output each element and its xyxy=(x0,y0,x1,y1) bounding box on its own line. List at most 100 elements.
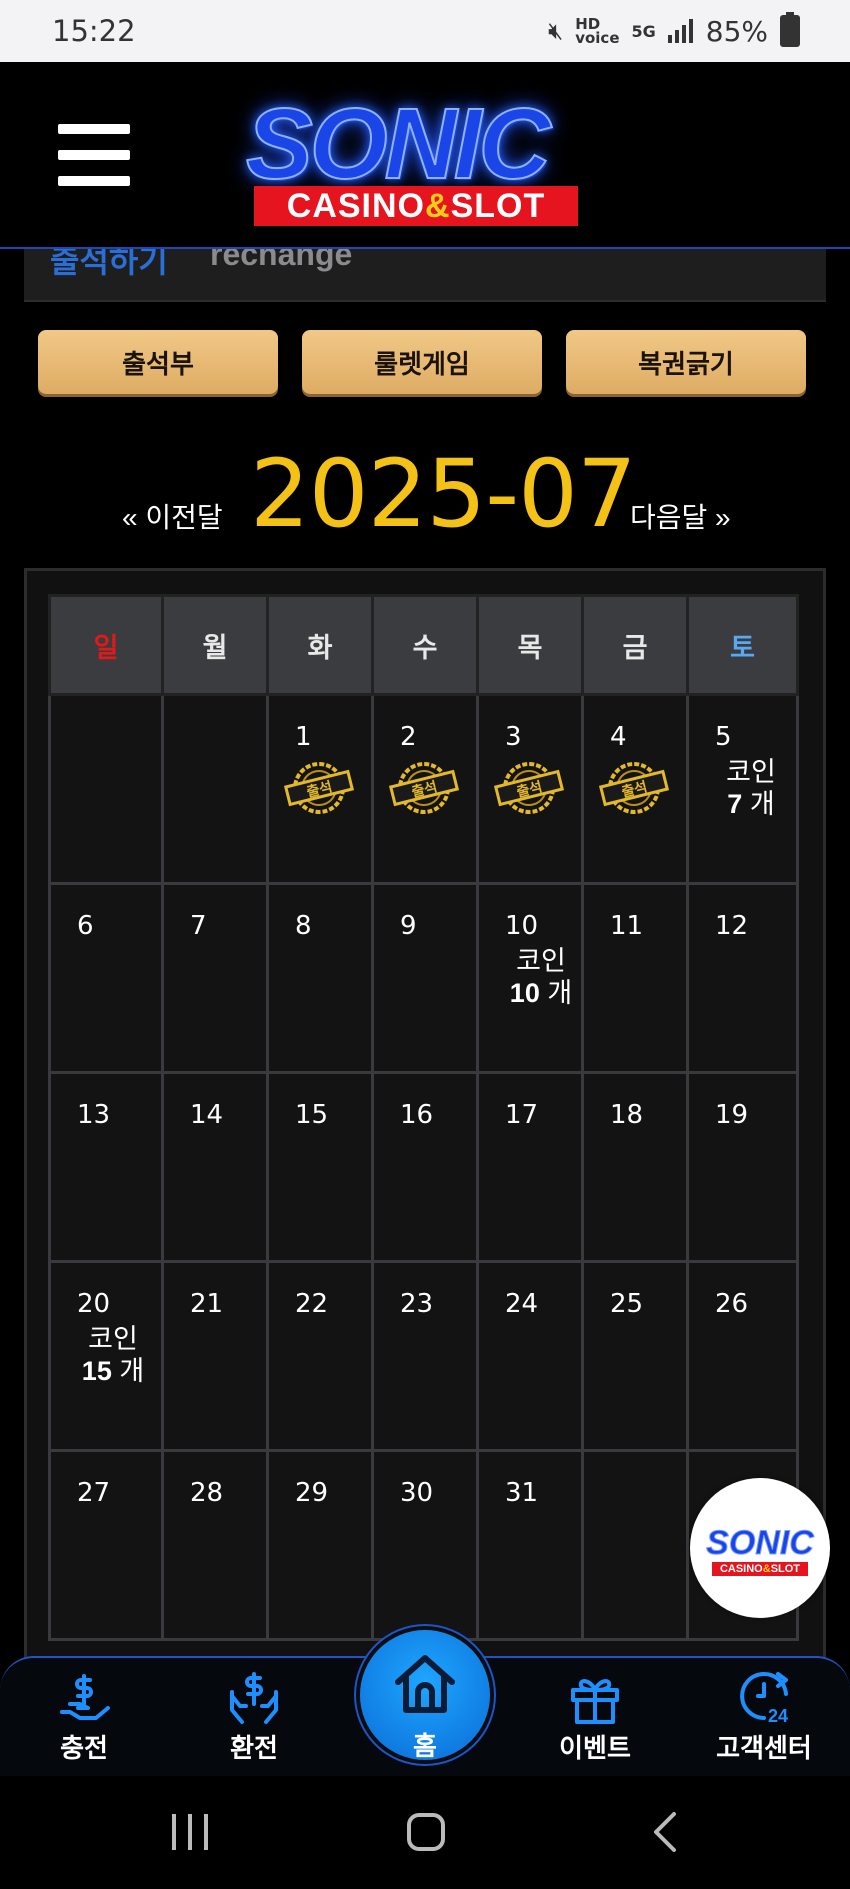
nav-event[interactable]: 이벤트 xyxy=(535,1658,655,1776)
calendar-week-row: 6 7 8 9 10 코인 10 개 11 12 xyxy=(48,882,799,1074)
coin-unit: 개 xyxy=(547,978,573,1008)
day-number: 10 xyxy=(505,911,539,941)
day-number: 22 xyxy=(295,1289,329,1319)
site-logo[interactable]: SONIC CASINO&SLOT xyxy=(216,88,616,244)
nav-charge[interactable]: 충전 xyxy=(24,1658,144,1776)
nav-exchange-label: 환전 xyxy=(230,1733,278,1763)
calendar-day-cell: 15 xyxy=(266,1071,374,1263)
day-number: 27 xyxy=(77,1478,111,1508)
calendar-day-cell: 31 xyxy=(476,1449,584,1641)
next-month-link[interactable]: 다음달 » xyxy=(630,496,731,536)
day-number: 31 xyxy=(505,1478,539,1508)
calendar-day-cell: 5 코인 7 개 xyxy=(686,693,799,885)
nav-charge-label: 충전 xyxy=(60,1733,108,1763)
calendar-week-row: 27 28 29 30 31 xyxy=(48,1449,799,1641)
coin-amount: 10 xyxy=(509,978,540,1008)
mute-icon: 🔇︎ xyxy=(548,17,564,45)
calendar-day-cell: 26 xyxy=(686,1260,799,1452)
calendar-day-cell: 22 xyxy=(266,1260,374,1452)
day-number: 30 xyxy=(400,1478,434,1508)
day-number: 24 xyxy=(505,1289,539,1319)
calendar-day-cell: 17 xyxy=(476,1071,584,1263)
support-24-icon: 24 xyxy=(740,1672,788,1726)
calendar-day-cell: 1 출석 xyxy=(266,693,374,885)
coin-unit: 개 xyxy=(749,789,775,819)
svg-text:24: 24 xyxy=(768,1706,788,1726)
day-number: 15 xyxy=(295,1100,329,1130)
current-month: 2025-07 xyxy=(250,440,637,549)
system-nav-bar xyxy=(0,1774,850,1889)
calendar-day-cell: 16 xyxy=(371,1071,479,1263)
coin-unit: 개 xyxy=(119,1356,145,1386)
calendar-day-cell: 4 출석 xyxy=(581,693,689,885)
calendar-day-cell: 18 xyxy=(581,1071,689,1263)
calendar-day-cell: 21 xyxy=(161,1260,269,1452)
calendar-day-cell: 23 xyxy=(371,1260,479,1452)
battery-icon xyxy=(780,12,800,47)
battery-percent: 85% xyxy=(705,14,768,48)
signal-icon xyxy=(667,19,693,43)
coin-reward: 코인 7 개 xyxy=(711,756,791,820)
day-number: 4 xyxy=(610,722,627,752)
calendar-day-cell: 10 코인 10 개 xyxy=(476,882,584,1074)
calendar-empty-cell xyxy=(48,693,164,885)
attendance-stamp-icon: 출석 xyxy=(493,762,565,814)
calendar-day-cell: 29 xyxy=(266,1449,374,1641)
nav-home[interactable]: 홈 xyxy=(360,1630,490,1761)
weekday-header: 토 xyxy=(686,594,799,696)
nav-event-label: 이벤트 xyxy=(559,1733,631,1763)
day-number: 3 xyxy=(505,722,522,752)
prev-month-link[interactable]: « 이전달 xyxy=(122,496,223,536)
home-system-icon[interactable] xyxy=(406,1810,446,1854)
day-number: 8 xyxy=(295,911,312,941)
weekday-header: 수 xyxy=(371,594,479,696)
calendar-day-cell: 9 xyxy=(371,882,479,1074)
calendar-empty-cell xyxy=(161,693,269,885)
coin-reward: 코인 15 개 xyxy=(73,1323,153,1387)
day-number: 17 xyxy=(505,1100,539,1130)
coin-reward: 코인 10 개 xyxy=(501,945,581,1009)
home-icon xyxy=(395,1655,455,1713)
floating-logo-button[interactable]: SONIC CASINO&SLOT xyxy=(690,1478,830,1618)
attendance-stamp-icon: 출석 xyxy=(283,762,355,814)
nav-exchange[interactable]: 환전 xyxy=(194,1658,314,1776)
status-icons: 🔇︎ HD voice 5G 85% xyxy=(548,12,800,48)
logo-casino-slot: CASINO&SLOT xyxy=(254,186,578,226)
day-number: 5 xyxy=(715,722,732,752)
exchange-icon xyxy=(230,1672,278,1724)
status-time: 15:22 xyxy=(52,14,136,48)
calendar-day-cell: 24 xyxy=(476,1260,584,1452)
recent-apps-icon[interactable] xyxy=(170,1810,210,1854)
nav-support[interactable]: 24 고객센터 xyxy=(704,1658,824,1776)
tab-attendance[interactable]: 출석부 xyxy=(38,330,278,394)
calendar-day-cell: 14 xyxy=(161,1071,269,1263)
tab-roulette[interactable]: 룰렛게임 xyxy=(302,330,542,394)
day-number: 11 xyxy=(610,911,644,941)
calendar-day-cell: 27 xyxy=(48,1449,164,1641)
day-number: 13 xyxy=(77,1100,111,1130)
calendar-week-row: 1 출석 2 출석 3 출석 4 출석 5 코인 7 개 xyxy=(48,693,799,885)
coin-amount: 15 xyxy=(81,1356,112,1386)
tab-lottery[interactable]: 복권긁기 xyxy=(566,330,806,394)
calendar-day-cell: 2 출석 xyxy=(371,693,479,885)
calendar-week-row: 20 코인 15 개 21 22 23 24 25 26 xyxy=(48,1260,799,1452)
coin-label: 코인 xyxy=(516,946,566,976)
weekday-header: 목 xyxy=(476,594,584,696)
day-number: 25 xyxy=(610,1289,644,1319)
calendar-day-cell: 6 xyxy=(48,882,164,1074)
calendar-day-cell: 25 xyxy=(581,1260,689,1452)
calendar-day-cell: 13 xyxy=(48,1071,164,1263)
coin-amount: 7 xyxy=(727,789,743,819)
nav-home-label: 홈 xyxy=(413,1731,437,1761)
day-number: 12 xyxy=(715,911,749,941)
gift-icon xyxy=(571,1679,619,1724)
weekday-header: 화 xyxy=(266,594,374,696)
calendar-day-cell: 28 xyxy=(161,1449,269,1641)
back-icon[interactable] xyxy=(650,1810,680,1854)
menu-icon[interactable] xyxy=(58,124,130,186)
calendar-day-cell: 7 xyxy=(161,882,269,1074)
day-number: 23 xyxy=(400,1289,434,1319)
logo-sonic-text: SONIC xyxy=(245,88,552,200)
calendar-day-cell: 30 xyxy=(371,1449,479,1641)
calendar-week-row: 13 14 15 16 17 18 19 xyxy=(48,1071,799,1263)
